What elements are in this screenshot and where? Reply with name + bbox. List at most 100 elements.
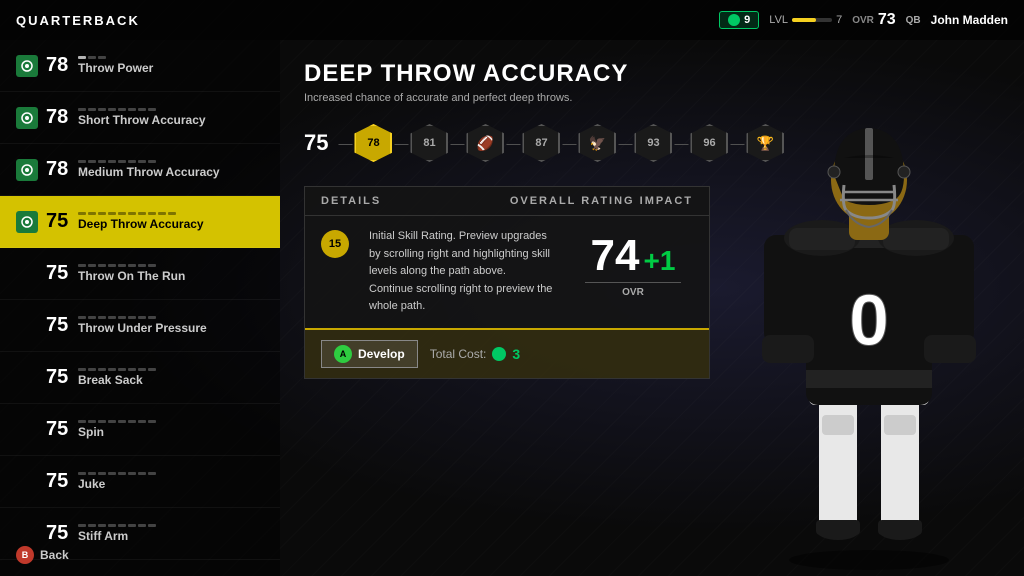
- skill-name-4: Throw On The Run: [78, 269, 264, 283]
- ovr-label: OVR: [852, 15, 874, 26]
- skill-name-5: Throw Under Pressure: [78, 321, 264, 335]
- dot-6-1: [88, 368, 96, 371]
- skill-name-2: Medium Throw Accuracy: [78, 165, 264, 179]
- skill-info-2: Medium Throw Accuracy: [78, 160, 264, 179]
- dot-1-4: [118, 108, 126, 111]
- path-node-2[interactable]: 🏈: [466, 124, 504, 162]
- top-bar: QUARTERBACK 9 LVL 7 OVR 73 QB John Madde…: [0, 0, 1024, 40]
- path-node-6[interactable]: 96: [690, 124, 728, 162]
- path-node-0[interactable]: 78: [354, 124, 392, 162]
- ovr-impact: 74 +1 OVR: [573, 228, 693, 298]
- ovr-current-value: 74: [591, 234, 640, 278]
- dot-8-1: [88, 472, 96, 475]
- svg-text:0: 0: [849, 281, 889, 361]
- dot-0-0: [78, 56, 86, 59]
- dot-4-6: [138, 264, 146, 267]
- skill-value-1: 78: [46, 106, 78, 129]
- lvl-bar: [792, 18, 832, 22]
- total-cost-label: Total Cost:: [430, 347, 487, 361]
- sidebar-skill-item-8[interactable]: 75 Juke: [0, 456, 280, 508]
- dot-7-6: [138, 420, 146, 423]
- dot-9-0: [78, 524, 86, 527]
- skill-value-4: 75: [46, 262, 78, 285]
- dot-8-6: [138, 472, 146, 475]
- dot-7-1: [88, 420, 96, 423]
- upgrade-path: 75 —78—81—🏈—87—🦅—93—96—🏆: [304, 124, 710, 162]
- sidebar-skill-item-1[interactable]: 78 Short Throw Accuracy: [0, 92, 280, 144]
- path-node-4[interactable]: 🦅: [578, 124, 616, 162]
- details-panel: DETAILS OVERALL RATING IMPACT 15 Initial…: [304, 186, 710, 379]
- skill-name-3: Deep Throw Accuracy: [78, 217, 264, 231]
- currency-icon: [728, 14, 740, 26]
- position-label: QB: [906, 15, 921, 26]
- path-node-5[interactable]: 93: [634, 124, 672, 162]
- dot-8-0: [78, 472, 86, 475]
- back-button[interactable]: B Back: [16, 546, 69, 564]
- skill-icon-0: [16, 55, 38, 77]
- sidebar-skill-item-5[interactable]: 75 Throw Under Pressure: [0, 300, 280, 352]
- dot-4-5: [128, 264, 136, 267]
- skill-description: Increased chance of accurate and perfect…: [304, 92, 710, 104]
- dot-8-4: [118, 472, 126, 475]
- dot-8-5: [128, 472, 136, 475]
- skill-info-7: Spin: [78, 420, 264, 439]
- ovr-impact-header-label: OVERALL RATING IMPACT: [510, 195, 693, 207]
- sidebar-skill-item-7[interactable]: 75 Spin: [0, 404, 280, 456]
- dot-9-1: [88, 524, 96, 527]
- dot-9-6: [138, 524, 146, 527]
- dot-9-7: [148, 524, 156, 527]
- dot-7-5: [128, 420, 136, 423]
- sidebar-skill-item-4[interactable]: 75 Throw On The Run: [0, 248, 280, 300]
- path-node-1[interactable]: 81: [410, 124, 448, 162]
- path-arrow-6: —: [674, 135, 688, 151]
- dot-3-4: [118, 212, 126, 215]
- dot-7-7: [148, 420, 156, 423]
- dot-8-7: [148, 472, 156, 475]
- path-node-3[interactable]: 87: [522, 124, 560, 162]
- dot-7-3: [108, 420, 116, 423]
- dot-7-2: [98, 420, 106, 423]
- currency-badge: 9: [719, 11, 759, 29]
- dot-7-4: [118, 420, 126, 423]
- path-arrow-4: —: [562, 135, 576, 151]
- sidebar-skill-item-3[interactable]: 75 Deep Throw Accuracy: [0, 196, 280, 248]
- details-body: 15 Initial Skill Rating. Preview upgrade…: [305, 216, 709, 328]
- skill-name-7: Spin: [78, 425, 264, 439]
- skill-value-6: 75: [46, 366, 78, 389]
- lvl-value: 7: [836, 14, 842, 26]
- dot-9-2: [98, 524, 106, 527]
- details-text: Initial Skill Rating. Preview upgrades b…: [369, 228, 553, 316]
- dot-3-1: [88, 212, 96, 215]
- sidebar-skill-item-6[interactable]: 75 Break Sack: [0, 352, 280, 404]
- dot-0-2: [98, 56, 106, 59]
- skill-info-0: Throw Power: [78, 56, 264, 75]
- skill-info-5: Throw Under Pressure: [78, 316, 264, 335]
- dot-3-0: [78, 212, 86, 215]
- skill-name-6: Break Sack: [78, 373, 264, 387]
- main-content: DEEP THROW ACCURACY Increased chance of …: [280, 40, 734, 576]
- back-label: Back: [40, 548, 69, 562]
- page-title: QUARTERBACK: [16, 13, 140, 28]
- total-cost: Total Cost: 3: [430, 346, 521, 362]
- sidebar-skill-item-2[interactable]: 78 Medium Throw Accuracy: [0, 144, 280, 196]
- dot-2-3: [108, 160, 116, 163]
- skill-value-7: 75: [46, 418, 78, 441]
- dot-4-4: [118, 264, 126, 267]
- dot-3-2: [98, 212, 106, 215]
- dot-1-7: [148, 108, 156, 111]
- a-button-icon: A: [334, 345, 352, 363]
- develop-button[interactable]: A Develop: [321, 340, 418, 368]
- lvl-bar-fill: [792, 18, 816, 22]
- dot-6-5: [128, 368, 136, 371]
- current-level-badge: 15: [321, 230, 349, 258]
- dot-5-0: [78, 316, 86, 319]
- dot-1-1: [88, 108, 96, 111]
- path-arrow-3: —: [506, 135, 520, 151]
- currency-value: 9: [744, 14, 750, 26]
- sidebar-skill-item-0[interactable]: 78 Throw Power: [0, 40, 280, 92]
- details-header: DETAILS OVERALL RATING IMPACT: [305, 187, 709, 216]
- dot-3-9: [168, 212, 176, 215]
- dot-9-5: [128, 524, 136, 527]
- path-arrow-5: —: [618, 135, 632, 151]
- dot-4-2: [98, 264, 106, 267]
